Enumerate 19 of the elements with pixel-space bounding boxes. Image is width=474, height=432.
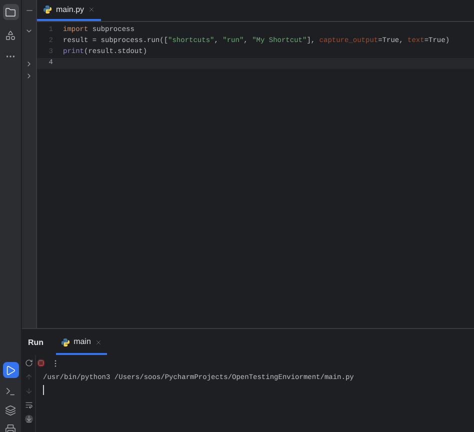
- close-icon[interactable]: [94, 338, 102, 346]
- scroll-to-end-icon[interactable]: [24, 415, 32, 423]
- structure-icon[interactable]: [5, 30, 16, 41]
- chevron-down-icon[interactable]: [25, 27, 33, 35]
- wrap-icon[interactable]: [24, 401, 32, 409]
- editor-tab[interactable]: main.py: [37, 0, 102, 21]
- python-icon: [60, 338, 70, 346]
- panel-title: Run: [28, 337, 44, 349]
- run-icon[interactable]: [5, 364, 16, 376]
- printer-icon[interactable]: [5, 424, 16, 432]
- close-icon[interactable]: [88, 6, 96, 13]
- layers-icon[interactable]: [5, 405, 16, 416]
- text-cursor: [43, 385, 44, 395]
- python-icon: [43, 5, 52, 14]
- rerun-icon[interactable]: [24, 359, 32, 367]
- run-tab[interactable]: main: [56, 331, 107, 355]
- stop-icon[interactable]: [38, 360, 44, 366]
- console-icon[interactable]: [5, 386, 16, 397]
- folder-icon[interactable]: [5, 6, 16, 18]
